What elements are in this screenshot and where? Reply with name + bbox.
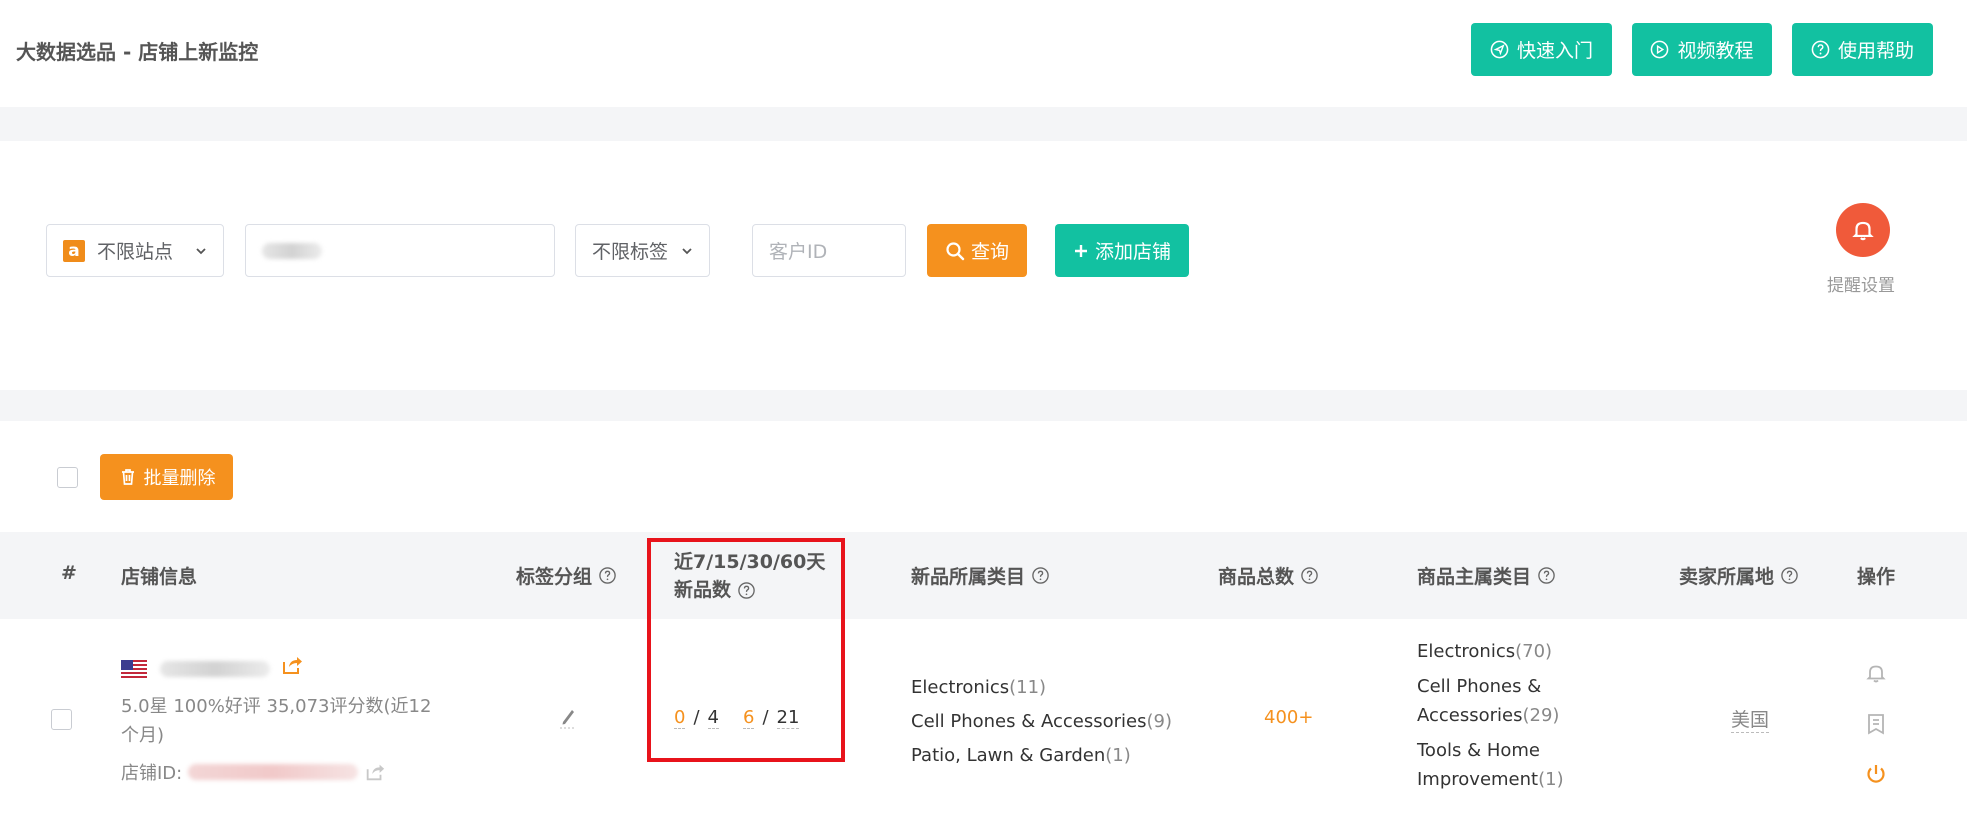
question-icon[interactable] xyxy=(1537,566,1556,585)
column-store-info: 店铺信息 xyxy=(121,566,198,588)
store-rating-line2: 个月) xyxy=(121,725,165,746)
store-id: 店铺ID: xyxy=(121,759,386,785)
column-seller-location-label: 卖家所属地 xyxy=(1679,566,1775,588)
row-checkbox[interactable] xyxy=(51,709,72,730)
quickstart-label: 快速入门 xyxy=(1516,40,1593,62)
site-select[interactable]: a 不限站点 xyxy=(46,224,224,277)
blurred-text xyxy=(262,242,322,259)
filter-bar: a 不限站点 不限标签 客户ID 查询 添加店铺 提醒设置 xyxy=(0,141,1967,390)
play-icon xyxy=(1651,40,1669,59)
site-select-value: 不限站点 xyxy=(97,241,174,263)
blurred-store-name xyxy=(160,661,270,677)
add-store-button[interactable]: 添加店铺 xyxy=(1055,224,1189,277)
column-new-categories: 新品所属类目 xyxy=(911,562,1050,589)
new-category-item[interactable]: Cell Phones & Accessories(9) xyxy=(911,705,1172,739)
video-tutorial-label: 视频教程 xyxy=(1677,40,1754,62)
total-products[interactable]: 400+ xyxy=(1264,707,1313,728)
main-category-item[interactable]: Electronics(70) xyxy=(1417,637,1564,666)
page: 大数据选品 - 店铺上新监控 快速入门 视频教程 使用帮助 a 不限站点 不限标… xyxy=(0,0,1967,819)
new-categories-list: Electronics(11) Cell Phones & Accessorie… xyxy=(911,671,1172,773)
new-category-name: Cell Phones & Accessories xyxy=(911,711,1147,732)
header: 大数据选品 - 店铺上新监控 快速入门 视频教程 使用帮助 xyxy=(0,0,1967,107)
search-label: 查询 xyxy=(970,241,1009,263)
store-rating: 5.0星 100%好评 35,073评分数(近12 个月) xyxy=(121,692,471,750)
main-category-count: (29) xyxy=(1522,705,1560,726)
question-icon[interactable] xyxy=(1031,566,1050,585)
main-categories-list: Electronics(70) Cell Phones & Accessories… xyxy=(1417,637,1564,794)
main-category-name-cont: Improvement xyxy=(1417,769,1539,790)
edit-pencil-icon[interactable] xyxy=(557,704,579,730)
main-category-name: Electronics xyxy=(1417,641,1516,662)
store-id-label: 店铺ID: xyxy=(121,763,183,784)
tag-select[interactable]: 不限标签 xyxy=(575,224,710,277)
new-category-name: Patio, Lawn & Garden xyxy=(911,745,1106,766)
reminder-settings-label: 提醒设置 xyxy=(1827,276,1895,296)
main-category-item[interactable]: Tools & Home Improvement(1) xyxy=(1417,736,1564,794)
share-icon[interactable] xyxy=(364,761,386,783)
new-category-count: (9) xyxy=(1146,711,1172,732)
column-actions: 操作 xyxy=(1857,566,1896,588)
chevron-down-icon xyxy=(196,248,206,255)
column-main-categories-label: 商品主属类目 xyxy=(1417,566,1532,588)
customer-id-placeholder: 客户ID xyxy=(769,241,828,263)
main-category-name: Cell Phones & xyxy=(1417,676,1542,697)
tag-select-value: 不限标签 xyxy=(592,241,669,263)
bulk-delete-label: 批量删除 xyxy=(143,468,216,489)
main-category-name-cont: Accessories xyxy=(1417,705,1523,726)
search-button[interactable]: 查询 xyxy=(927,224,1027,277)
new-category-item[interactable]: Patio, Lawn & Garden(1) xyxy=(911,739,1172,773)
customer-id-input[interactable]: 客户ID xyxy=(752,224,906,277)
document-icon[interactable] xyxy=(1864,712,1888,736)
column-main-categories: 商品主属类目 xyxy=(1417,562,1556,589)
column-total-products: 商品总数 xyxy=(1218,562,1319,589)
store-rating-line1: 5.0星 100%好评 35,073评分数(近12 xyxy=(121,696,432,717)
table-row: 5.0星 100%好评 35,073评分数(近12 个月) 店铺ID: 0 / … xyxy=(0,619,1967,819)
trash-icon xyxy=(121,469,134,485)
bulk-delete-button[interactable]: 批量删除 xyxy=(100,454,233,500)
new-category-name: Electronics xyxy=(911,677,1010,698)
video-tutorial-button[interactable]: 视频教程 xyxy=(1632,23,1772,76)
question-icon[interactable] xyxy=(1780,566,1799,585)
new-category-count: (11) xyxy=(1009,677,1047,698)
power-icon[interactable] xyxy=(1864,762,1888,786)
search-icon xyxy=(946,241,965,260)
question-icon[interactable] xyxy=(1300,566,1319,585)
bell-icon[interactable] xyxy=(1864,661,1888,685)
help-button[interactable]: 使用帮助 xyxy=(1792,23,1933,76)
chevron-down-icon xyxy=(682,248,692,255)
main-category-item[interactable]: Cell Phones & Accessories(29) xyxy=(1417,672,1564,730)
page-title: 大数据选品 - 店铺上新监控 xyxy=(16,40,259,64)
main-category-count: (70) xyxy=(1515,641,1553,662)
new-category-count: (1) xyxy=(1105,745,1131,766)
main-category-count: (1) xyxy=(1538,769,1564,790)
add-store-label: 添加店铺 xyxy=(1094,241,1171,263)
send-icon xyxy=(1490,40,1509,59)
column-index: # xyxy=(61,562,77,584)
seller-location: 美国 xyxy=(1731,705,1770,733)
store-search-input[interactable] xyxy=(245,224,555,277)
column-new-categories-label: 新品所属类目 xyxy=(911,566,1026,588)
blurred-store-id xyxy=(188,764,359,780)
question-icon[interactable] xyxy=(598,566,617,585)
share-icon[interactable] xyxy=(280,653,304,677)
main-category-name: Tools & Home xyxy=(1417,740,1540,761)
reminder-settings-button[interactable] xyxy=(1836,203,1890,257)
column-seller-location: 卖家所属地 xyxy=(1679,562,1799,589)
help-label: 使用帮助 xyxy=(1837,40,1914,62)
store-table: 批量删除 # 店铺信息 标签分组 近7/15/30/60天 新品数 新品所属类目 xyxy=(0,421,1967,819)
highlight-box xyxy=(647,538,845,762)
column-tag-group: 标签分组 xyxy=(516,562,617,589)
bell-icon xyxy=(1852,221,1874,241)
column-total-products-label: 商品总数 xyxy=(1218,566,1295,588)
new-category-item[interactable]: Electronics(11) xyxy=(911,671,1172,705)
question-icon xyxy=(1811,40,1830,59)
us-flag-icon xyxy=(121,660,147,678)
column-tag-group-label: 标签分组 xyxy=(516,566,593,588)
select-all-checkbox[interactable] xyxy=(57,467,78,488)
amazon-icon: a xyxy=(63,239,85,262)
quickstart-button[interactable]: 快速入门 xyxy=(1471,23,1612,76)
plus-icon xyxy=(1074,244,1087,257)
table-header: # 店铺信息 标签分组 近7/15/30/60天 新品数 新品所属类目 商品总数 xyxy=(0,532,1967,619)
